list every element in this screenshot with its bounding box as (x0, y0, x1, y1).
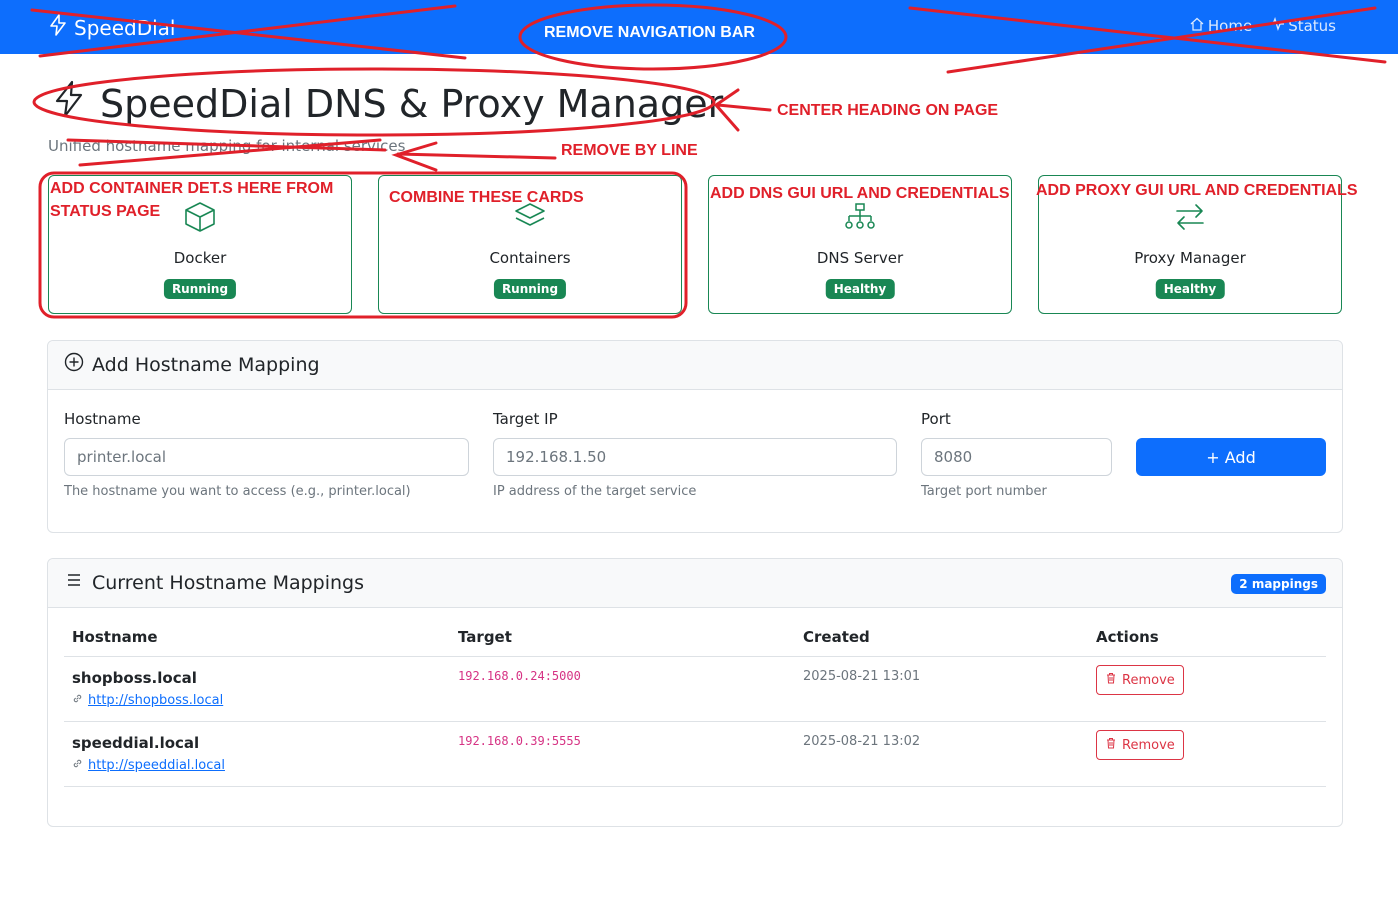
panel-header: Add Hostname Mapping (48, 341, 1342, 390)
created-text: 2025-08-21 13:01 (803, 669, 921, 684)
remove-button-label: Remove (1122, 737, 1175, 753)
status-badge: Running (163, 279, 237, 299)
target-ip-input[interactable] (493, 438, 897, 476)
hostname-help: The hostname you want to access (e.g., p… (64, 484, 411, 499)
annotation-combine-cards: COMBINE THESE CARDS (389, 189, 584, 206)
panel-header: Current Hostname Mappings 2 mappings (48, 559, 1342, 608)
column-header-hostname: Hostname (64, 628, 450, 657)
annotation-container-details: ADD CONTAINER DET.S HERE FROM (50, 180, 334, 197)
target-cell: 192.168.0.24:5000 (450, 656, 795, 722)
remove-button-label: Remove (1122, 672, 1175, 688)
annotation-container-details-2: STATUS PAGE (50, 203, 161, 220)
navbar-brand[interactable]: SpeedDial (48, 14, 175, 41)
remove-button[interactable]: Remove (1096, 665, 1184, 695)
link-icon (72, 758, 83, 773)
created-text: 2025-08-21 13:02 (803, 734, 921, 749)
network-icon (709, 200, 1011, 234)
remove-button[interactable]: Remove (1096, 730, 1184, 760)
hostname-text: shopboss.local (72, 669, 197, 687)
link-icon (72, 693, 83, 708)
column-header-created: Created (795, 628, 1088, 657)
hostname-input[interactable] (64, 438, 469, 476)
hostname-label: Hostname (64, 410, 141, 428)
port-input[interactable] (921, 438, 1112, 476)
annotation-center-heading: CENTER HEADING ON PAGE (777, 102, 999, 119)
annotation-arrow (713, 88, 772, 132)
page-subtitle: Unified hostname mapping for internal se… (48, 137, 406, 155)
hostname-link-row: http://shopboss.local (72, 693, 442, 708)
column-header-target: Target (450, 628, 795, 657)
created-cell: 2025-08-21 13:01 (795, 656, 1088, 722)
port-help: Target port number (921, 484, 1047, 499)
annotation-remove-nav: REMOVE NAVIGATION BAR (544, 24, 755, 41)
mappings-panel: Current Hostname Mappings 2 mappings Hos… (47, 558, 1343, 827)
annotation-arrow (391, 141, 557, 172)
port-label: Port (921, 410, 951, 428)
hostname-cell: shopboss.local http://shopboss.local (64, 656, 450, 722)
trash-icon (1105, 737, 1117, 753)
list-icon (64, 570, 84, 595)
hostname-text: speeddial.local (72, 734, 200, 752)
lightning-icon (52, 80, 86, 127)
status-card-label: Docker (173, 249, 227, 267)
panel-title-text: Add Hostname Mapping (92, 353, 320, 376)
nav-link-home[interactable]: Home (1190, 17, 1252, 35)
add-button[interactable]: + Add (1136, 438, 1326, 476)
trash-icon (1105, 672, 1117, 688)
add-mapping-panel: Add Hostname Mapping Hostname The hostna… (47, 340, 1343, 533)
hostname-link-row: http://speeddial.local (72, 758, 442, 773)
target-text: 192.168.0.24:5000 (458, 669, 581, 683)
nav-link-status[interactable]: Status (1270, 17, 1336, 35)
table-header-row: Hostname Target Created Actions (64, 628, 1326, 657)
status-card-label: DNS Server (816, 249, 904, 267)
annotation-remove-byline: REMOVE BY LINE (561, 142, 698, 159)
status-badge: Healthy (825, 279, 895, 299)
table-row: shopboss.local http://shopboss.local 192… (64, 656, 1326, 722)
page-title: SpeedDial DNS & Proxy Manager (52, 80, 723, 127)
arrows-swap-icon (1039, 200, 1341, 234)
plus-circle-icon (64, 352, 84, 377)
status-badge: Healthy (1155, 279, 1225, 299)
table-row: speeddial.local http://speeddial.local 1… (64, 721, 1326, 787)
actions-cell: Remove (1088, 656, 1326, 722)
panel-title: Current Hostname Mappings (64, 570, 364, 595)
target-text: 192.168.0.39:5555 (458, 734, 581, 748)
panel-title: Add Hostname Mapping (64, 352, 320, 377)
hostname-link[interactable]: http://shopboss.local (88, 693, 223, 708)
mappings-table: Hostname Target Created Actions shopboss… (64, 628, 1326, 787)
actions-cell: Remove (1088, 721, 1326, 787)
house-icon (1190, 17, 1204, 35)
page-title-text: SpeedDial DNS & Proxy Manager (100, 81, 724, 126)
column-header-actions: Actions (1088, 628, 1326, 657)
hostname-link[interactable]: http://speeddial.local (88, 758, 225, 773)
pulse-icon (1270, 17, 1285, 35)
nav-link-status-label: Status (1288, 17, 1336, 35)
status-badge: Running (493, 279, 567, 299)
nav-link-home-label: Home (1207, 17, 1253, 35)
created-cell: 2025-08-21 13:02 (795, 721, 1088, 787)
brand-label: SpeedDial (74, 15, 176, 40)
hostname-cell: speeddial.local http://speeddial.local (64, 721, 450, 787)
target-cell: 192.168.0.39:5555 (450, 721, 795, 787)
panel-title-text: Current Hostname Mappings (92, 571, 365, 594)
annotation-proxy-gui: ADD PROXY GUI URL AND CREDENTIALS (1036, 182, 1358, 199)
lightning-icon (48, 14, 68, 41)
status-card-label: Proxy Manager (1134, 249, 1246, 267)
mappings-count-badge: 2 mappings (1231, 574, 1326, 594)
nav-links: Home Status (1190, 17, 1336, 35)
status-card-label: Containers (489, 249, 571, 267)
target-ip-label: Target IP (493, 410, 558, 428)
target-ip-help: IP address of the target service (493, 484, 697, 499)
annotation-dns-gui: ADD DNS GUI URL AND CREDENTIALS (710, 185, 1010, 202)
